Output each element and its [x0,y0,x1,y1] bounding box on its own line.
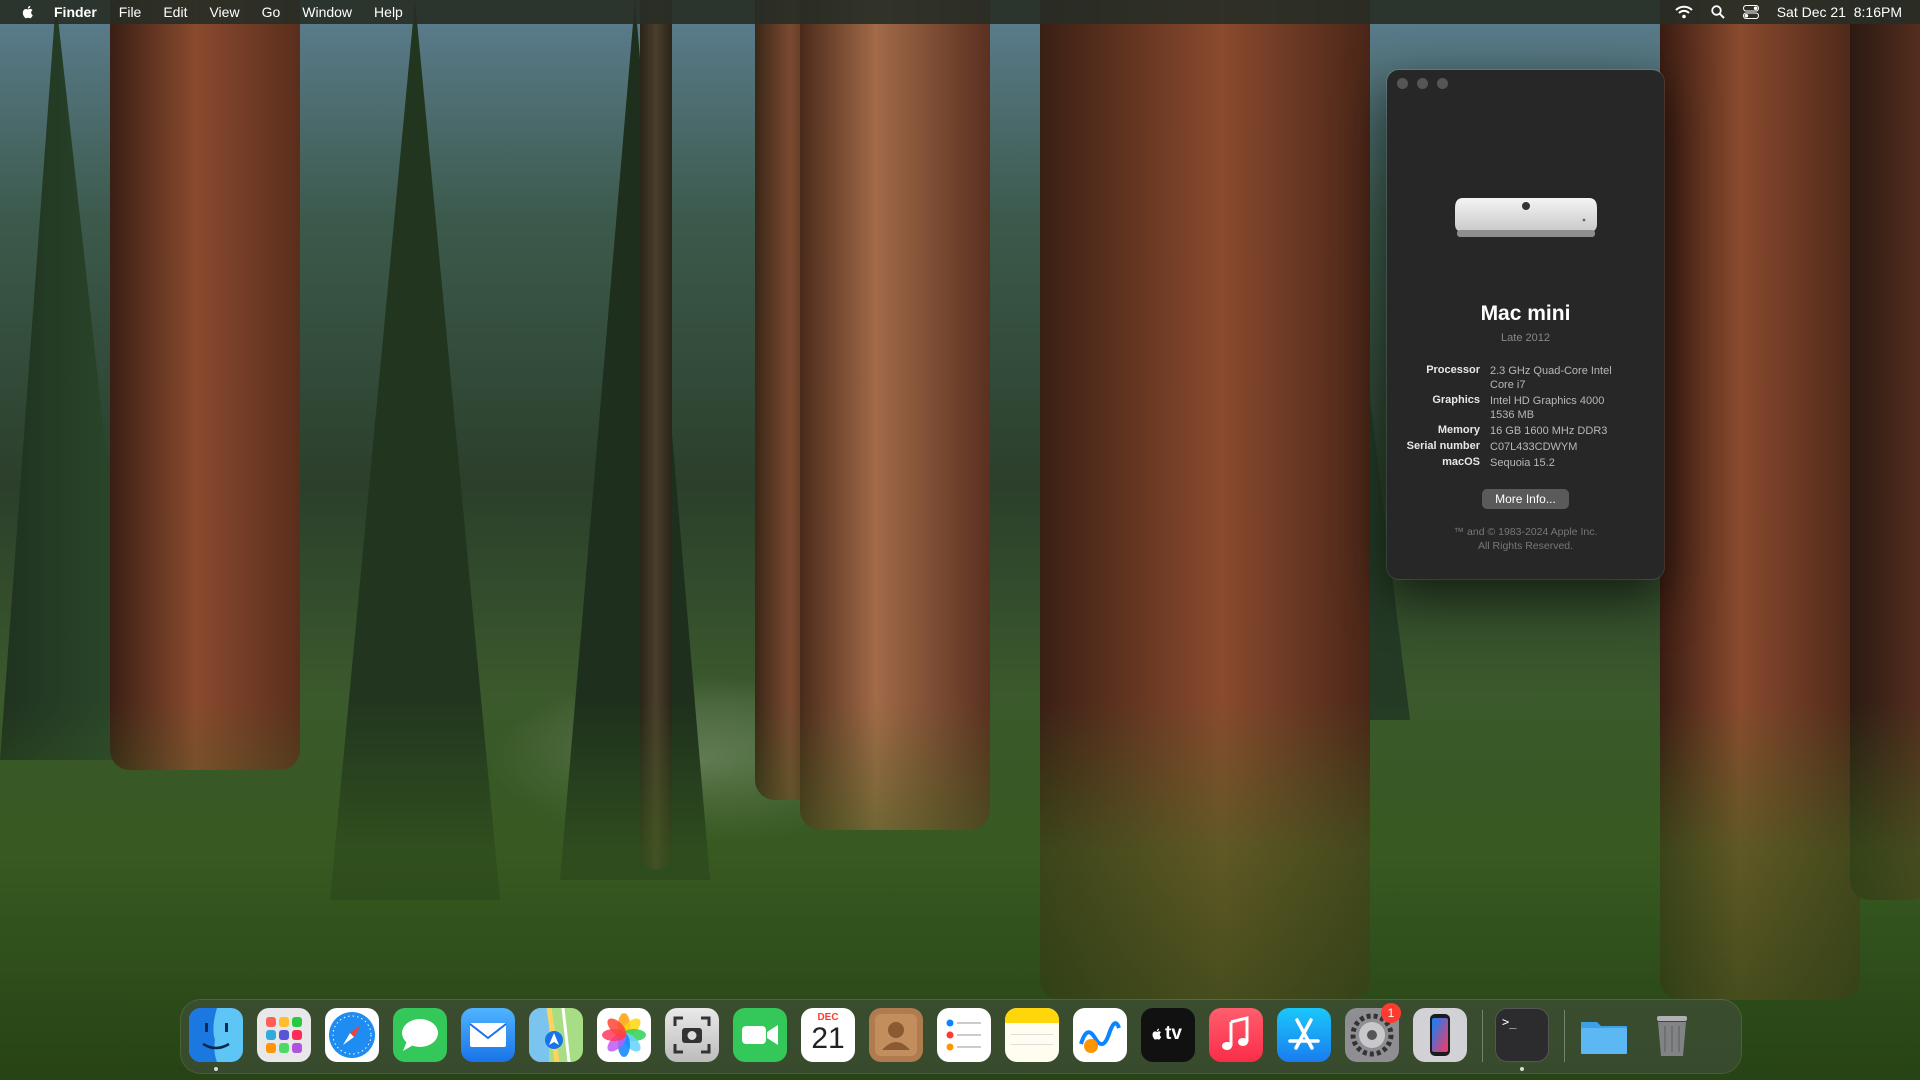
spec-value: Intel HD Graphics 4000 1536 MB [1490,395,1605,421]
spec-value: Sequoia 15.2 [1490,457,1555,469]
running-indicator [1520,1067,1524,1071]
messages-icon[interactable] [393,1008,447,1062]
wifi-icon[interactable] [1675,5,1693,19]
spec-row-processor: Processor 2.3 GHz Quad-Core Intel Core i… [1387,364,1664,392]
more-info-button[interactable]: More Info... [1482,489,1569,509]
terminal-prompt: >_ [1502,1015,1517,1029]
maps-icon[interactable] [529,1008,583,1062]
spotlight-search-icon[interactable] [1711,5,1725,19]
dock-separator [1482,1010,1483,1062]
screenshot-icon[interactable] [665,1008,719,1062]
model-name: Mac mini [1480,302,1571,325]
spec-row-graphics: Graphics Intel HD Graphics 4000 1536 MB [1387,394,1664,422]
spec-value: 2.3 GHz Quad-Core Intel Core i7 [1490,365,1612,391]
finder-icon[interactable] [189,1008,243,1062]
copyright-line: ™ and © 1983-2024 Apple Inc. [1453,526,1598,538]
notification-badge: 1 [1381,1003,1401,1023]
reminders-icon[interactable] [937,1008,991,1062]
window-minimize-button[interactable] [1417,78,1428,89]
facetime-icon[interactable] [733,1008,787,1062]
photos-icon[interactable] [597,1008,651,1062]
tv-label: tv [1165,1023,1182,1044]
menu-help[interactable]: Help [374,4,403,20]
spec-row-macos: macOS Sequoia 15.2 [1387,456,1664,470]
terminal-icon[interactable]: >_ [1495,1008,1549,1062]
contacts-icon[interactable] [869,1008,923,1062]
spec-list: Processor 2.3 GHz Quad-Core Intel Core i… [1387,364,1664,472]
menu-go[interactable]: Go [262,4,281,20]
spec-label: macOS [1442,456,1480,468]
spec-label: Graphics [1432,394,1480,406]
notes-icon[interactable] [1005,1008,1059,1062]
dock-separator [1564,1010,1565,1062]
model-year: Late 2012 [1501,332,1550,344]
control-center-icon[interactable] [1742,5,1759,19]
spec-row-memory: Memory 16 GB 1600 MHz DDR3 [1387,424,1664,438]
calendar-icon[interactable]: DEC 21 [801,1008,855,1062]
copyright-notice: ™ and © 1983-2024 Apple Inc. All Rights … [1387,525,1664,553]
calendar-day: 21 [811,1022,845,1055]
copyright-line: All Rights Reserved. [1477,540,1574,552]
app-store-icon[interactable] [1277,1008,1331,1062]
freeform-icon[interactable] [1073,1008,1127,1062]
spec-value: 16 GB 1600 MHz DDR3 [1490,425,1608,437]
apple-menu-icon[interactable] [20,4,36,20]
iphone-mirroring-icon[interactable] [1413,1008,1467,1062]
window-zoom-button[interactable] [1437,78,1448,89]
dock: DEC 21 tv 1 >_ [181,1000,1741,1073]
spec-value: C07L433CDWYM [1490,441,1578,453]
menubar-clock[interactable]: Sat Dec 21 8:16PM [1777,4,1902,20]
about-this-mac-window: Mac mini Late 2012 Processor 2.3 GHz Qua… [1387,70,1664,579]
menu-edit[interactable]: Edit [163,4,187,20]
menu-bar: Finder File Edit View Go Window Help Sat… [0,0,1920,24]
menu-view[interactable]: View [209,4,239,20]
spec-row-serial-number: Serial number C07L433CDWYM [1387,440,1664,454]
launchpad-icon[interactable] [257,1008,311,1062]
mac-mini-image [1455,198,1597,237]
menu-app-finder[interactable]: Finder [54,4,97,20]
safari-icon[interactable] [325,1008,379,1062]
spec-label: Serial number [1406,440,1480,452]
menu-window[interactable]: Window [302,4,352,20]
running-indicator [214,1067,218,1071]
downloads-folder-icon[interactable] [1577,1008,1631,1062]
trash-icon[interactable] [1645,1008,1699,1062]
window-close-button[interactable] [1397,78,1408,89]
spec-label: Processor [1426,364,1480,376]
music-icon[interactable] [1209,1008,1263,1062]
mail-icon[interactable] [461,1008,515,1062]
menu-file[interactable]: File [119,4,142,20]
apple-tv-icon[interactable]: tv [1141,1008,1195,1062]
spec-label: Memory [1437,424,1480,436]
